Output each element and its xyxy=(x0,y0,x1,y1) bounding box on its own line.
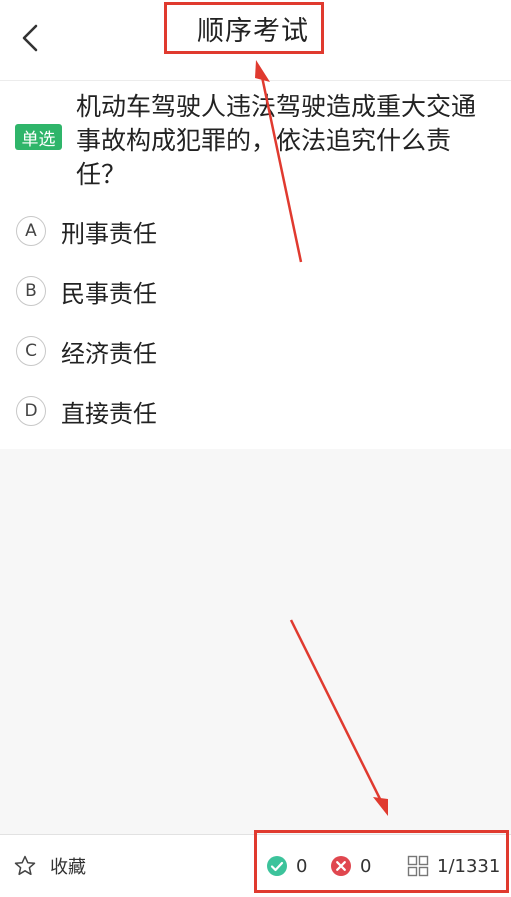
question-text: 机动车驾驶人违法驾驶造成重大交通事故构成犯罪的，依法追究什么责任？ xyxy=(76,92,477,189)
x-circle-icon xyxy=(331,856,351,876)
arrow-to-stats xyxy=(289,619,385,806)
title-highlight-box: 顺序考试 xyxy=(164,2,324,54)
wrong-count[interactable]: 0 xyxy=(330,855,371,877)
back-button[interactable] xyxy=(10,18,50,58)
option-c[interactable]: C 经济责任 xyxy=(16,334,157,368)
option-letter: B xyxy=(16,276,46,306)
option-text: 直接责任 xyxy=(61,399,157,428)
wrong-count-value: 0 xyxy=(360,855,372,877)
option-text: 民事责任 xyxy=(61,279,157,308)
option-d[interactable]: D 直接责任 xyxy=(16,394,157,428)
question-type-badge: 单选 xyxy=(15,124,62,150)
grid-icon xyxy=(407,855,429,877)
option-text: 经济责任 xyxy=(61,339,157,368)
bottom-bar: 收藏 0 0 1/1331 xyxy=(0,830,511,897)
correct-count-value: 0 xyxy=(296,855,308,877)
correct-count[interactable]: 0 xyxy=(266,855,307,877)
favorite-label: 收藏 xyxy=(50,857,86,878)
progress-value: 1/1331 xyxy=(437,855,501,877)
option-letter: C xyxy=(16,336,46,366)
page-title: 顺序考试 xyxy=(197,15,309,47)
favorite-button[interactable]: 收藏 xyxy=(13,853,86,879)
option-letter: D xyxy=(16,396,46,426)
option-b[interactable]: B 民事责任 xyxy=(16,274,157,308)
option-a[interactable]: A 刑事责任 xyxy=(16,214,157,248)
top-bar: 顺序考试 xyxy=(0,0,511,81)
chevron-left-icon xyxy=(22,24,38,52)
option-text: 刑事责任 xyxy=(61,219,157,248)
star-icon xyxy=(14,855,36,876)
check-circle-icon xyxy=(267,856,287,876)
option-letter: A xyxy=(16,216,46,246)
question-grid-button[interactable]: 1/1331 xyxy=(407,855,500,877)
question-panel: 单选 机动车驾驶人违法驾驶造成重大交通事故构成犯罪的，依法追究什么责任？ A 刑… xyxy=(0,81,511,449)
arrowhead-down xyxy=(373,797,388,816)
